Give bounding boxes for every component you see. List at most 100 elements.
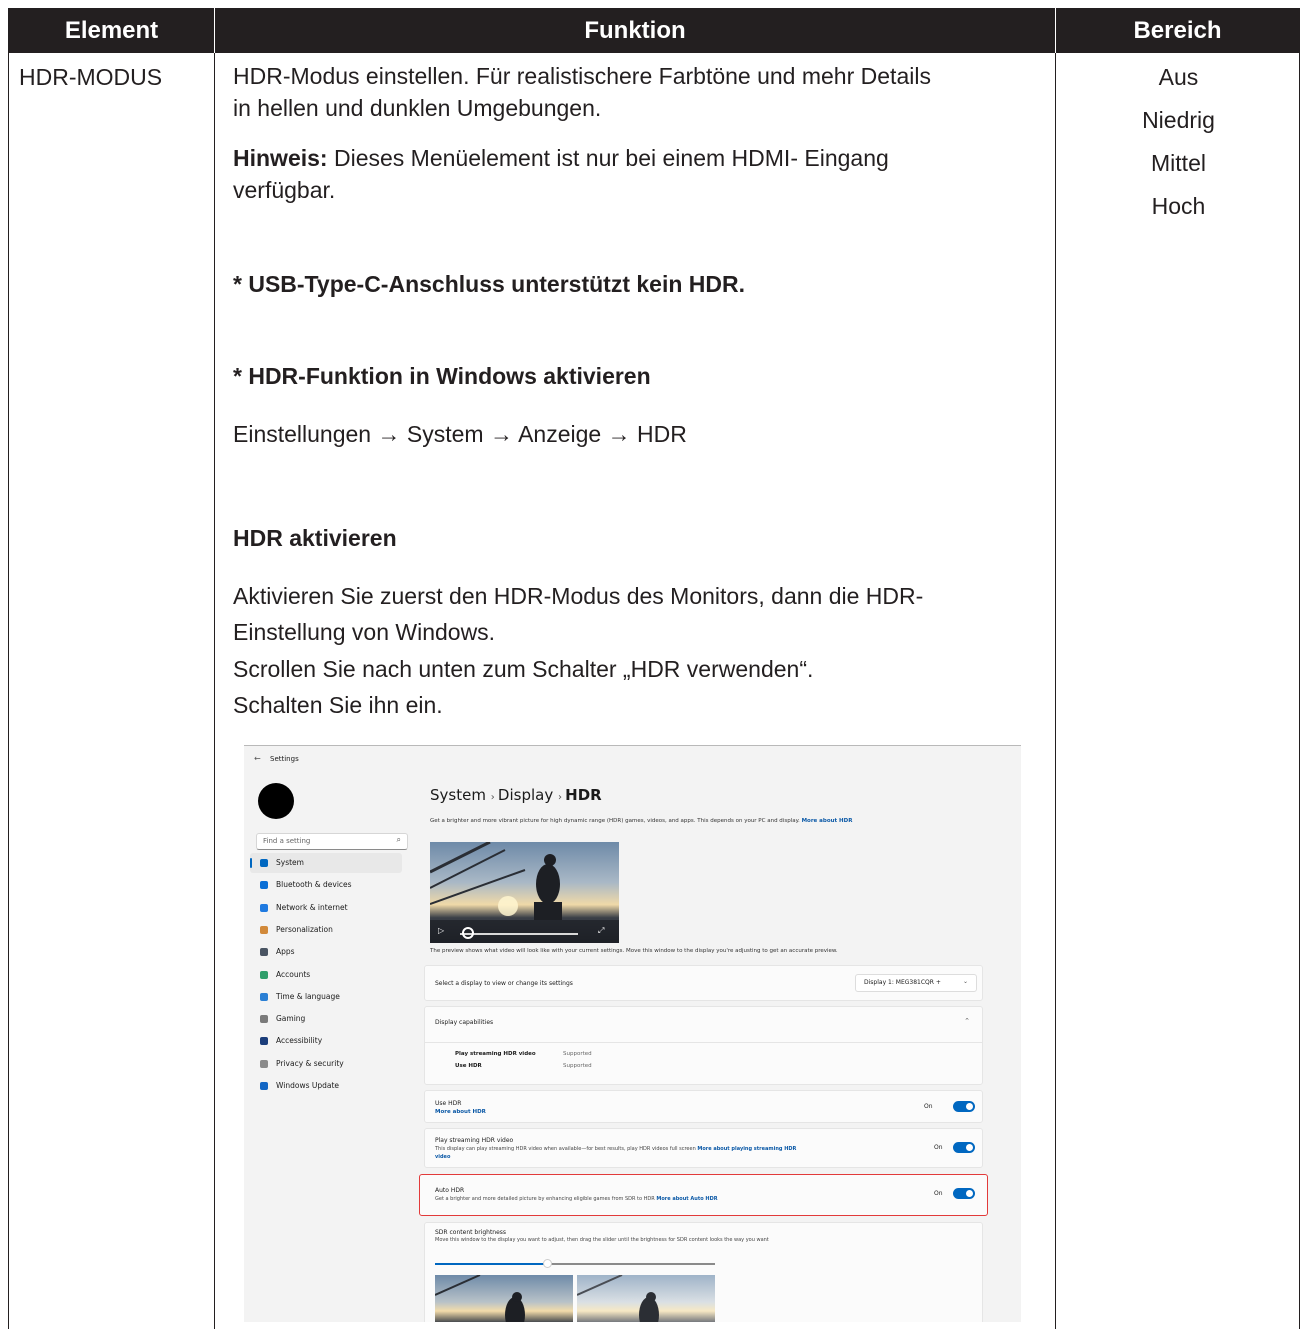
play-icon[interactable]: ▷	[438, 926, 444, 935]
note: Hinweis: Dieses Menüelement ist nur bei …	[233, 142, 889, 174]
play-streaming-link[interactable]: More about playing streaming HDR	[697, 1146, 796, 1152]
auto-hdr-link[interactable]: More about Auto HDR	[656, 1196, 717, 1202]
fullscreen-icon[interactable]: ⤢	[598, 926, 604, 936]
play-streaming-label: Play streaming HDR video	[435, 1137, 514, 1144]
play-streaming-link-cont[interactable]: video	[435, 1154, 450, 1160]
use-hdr-toggle[interactable]	[953, 1101, 975, 1112]
chevron-down-icon: ⌄	[962, 978, 968, 985]
range-value: Mittel	[1151, 150, 1206, 176]
sidebar-item-time-language[interactable]: Time & language	[250, 987, 400, 1007]
breadcrumb: System › Display › HDR	[430, 786, 602, 804]
sidebar-item-label: Gaming	[276, 1014, 306, 1024]
nav-icon	[260, 1037, 268, 1046]
back-arrow-icon[interactable]: ←	[254, 754, 261, 763]
nav-icon	[260, 992, 268, 1001]
sdr-brightness-card: SDR content brightness Move this window …	[424, 1222, 983, 1322]
auto-hdr-desc: Get a brighter and more detailed picture…	[435, 1196, 718, 1202]
video-progress-track[interactable]	[460, 933, 578, 935]
display-capabilities-card: Display capabilities ⌃ Play streaming HD…	[424, 1006, 983, 1085]
sidebar-item-label: Accessibility	[276, 1036, 323, 1046]
range-value: Niedrig	[1142, 107, 1215, 133]
hdr-preview-graphic	[577, 1275, 659, 1322]
sidebar-item-apps[interactable]: Apps	[250, 942, 400, 962]
usb-note: * USB-Type-C-Anschluss unterstützt kein …	[233, 271, 746, 297]
nav-icon	[260, 948, 268, 957]
sidebar-item-personalization[interactable]: Personalization	[250, 920, 400, 940]
nav-icon	[260, 970, 268, 979]
sidebar-item-gaming[interactable]: Gaming	[250, 1009, 400, 1029]
use-hdr-link[interactable]: More about HDR	[435, 1109, 486, 1115]
search-input[interactable]: Find a setting ⌕	[256, 833, 408, 850]
chevron-right-icon: ›	[490, 792, 498, 803]
preview-note: The preview shows what video will look l…	[430, 948, 838, 954]
nav-icon	[260, 903, 268, 912]
sidebar-item-label: System	[276, 858, 304, 867]
instruction-line: Aktivieren Sie zuerst den HDR-Modus des …	[233, 583, 924, 609]
avatar	[258, 783, 294, 819]
sdr-slider-fill	[435, 1263, 547, 1265]
auto-hdr-label: Auto HDR	[435, 1187, 465, 1194]
sidebar-item-label: Apps	[276, 947, 295, 957]
sidebar-item-privacy-security[interactable]: Privacy & security	[250, 1054, 400, 1074]
breadcrumb-current: HDR	[565, 786, 602, 804]
display-select[interactable]: Display 1: MEG381CQR + ⌄	[855, 974, 977, 992]
header-element: Element	[64, 17, 159, 44]
selection-indicator	[250, 858, 252, 868]
nav-icon	[260, 1082, 268, 1090]
toggle-state-label: On	[934, 1190, 943, 1197]
header-function: Funktion	[584, 17, 686, 44]
sidebar-item-label: Network & internet	[276, 902, 348, 912]
search-placeholder: Find a setting	[263, 837, 311, 845]
sidebar-item-accounts[interactable]: Accounts	[250, 965, 400, 985]
toggle-state-label: On	[934, 1144, 943, 1151]
sdr-desc: Move this window to the display you want…	[435, 1237, 769, 1243]
note-text: Dieses Menüelement ist nur bei einem HDM…	[327, 145, 889, 171]
select-display-label: Select a display to view or change its s…	[435, 980, 573, 987]
auto-hdr-desc-text: Get a brighter and more detailed picture…	[435, 1196, 655, 1202]
play-streaming-card: Play streaming HDR video This display ca…	[424, 1128, 983, 1168]
nav-icon	[260, 881, 268, 890]
instruction-line: Einstellung von Windows.	[233, 619, 496, 645]
activate-heading: HDR aktivieren	[233, 525, 397, 551]
auto-hdr-card: Auto HDR Get a brighter and more detaile…	[419, 1174, 988, 1216]
description-line: HDR-Modus einstellen. Für realistischere…	[233, 63, 931, 89]
nav-icon	[260, 1015, 268, 1024]
element-name: HDR-MODUS	[19, 64, 163, 90]
capability-name: Use HDR	[455, 1063, 482, 1069]
description-line: in hellen und dunklen Umgebungen.	[233, 95, 602, 121]
sidebar-item-windows-update[interactable]: Windows Update	[250, 1076, 400, 1096]
sidebar-item-network-internet[interactable]: Network & internet	[250, 898, 400, 918]
sidebar-item-label: Accounts	[276, 969, 311, 979]
sdr-slider-thumb[interactable]	[543, 1259, 552, 1268]
capabilities-title: Display capabilities	[435, 1019, 494, 1026]
toggle-state-label: On	[924, 1103, 933, 1110]
play-streaming-desc: This display can play streaming HDR vide…	[435, 1146, 796, 1152]
preview-image	[430, 842, 619, 943]
windows-heading: * HDR-Funktion in Windows aktivieren	[233, 363, 651, 389]
description-text: Get a brighter and more vibrant picture …	[430, 818, 800, 824]
range-value: Aus	[1158, 64, 1199, 90]
video-progress-thumb[interactable]	[462, 927, 474, 939]
sidebar-item-label: Time & language	[276, 991, 340, 1001]
column-divider	[214, 8, 215, 1329]
play-streaming-toggle[interactable]	[953, 1142, 975, 1153]
breadcrumb-item[interactable]: Display	[498, 786, 553, 804]
sidebar-item-label: Windows Update	[276, 1081, 340, 1090]
auto-hdr-toggle[interactable]	[953, 1188, 975, 1199]
sidebar-item-accessibility[interactable]: Accessibility	[250, 1031, 400, 1051]
chevron-up-icon[interactable]: ⌃	[964, 1017, 970, 1025]
breadcrumb-item[interactable]: System	[430, 786, 486, 804]
select-display-card: Select a display to view or change its s…	[424, 965, 983, 1001]
note-line: verfügbar.	[233, 177, 336, 203]
sdr-preview-graphic	[435, 1275, 525, 1322]
sidebar-item-label: Privacy & security	[276, 1058, 344, 1068]
capability-name: Play streaming HDR video	[455, 1051, 536, 1057]
hdr-preview-image	[577, 1275, 715, 1322]
sidebar-item-bluetooth-devices[interactable]: Bluetooth & devices	[250, 875, 400, 895]
sidebar-item-system[interactable]: System	[250, 853, 402, 873]
display-select-value: Display 1: MEG381CQR +	[864, 979, 941, 986]
use-hdr-label: Use HDR	[435, 1100, 462, 1107]
more-about-hdr-link[interactable]: More about HDR	[802, 818, 853, 824]
video-preview[interactable]: ▷ ⤢	[430, 842, 619, 943]
play-streaming-desc-text: This display can play streaming HDR vide…	[435, 1146, 696, 1152]
